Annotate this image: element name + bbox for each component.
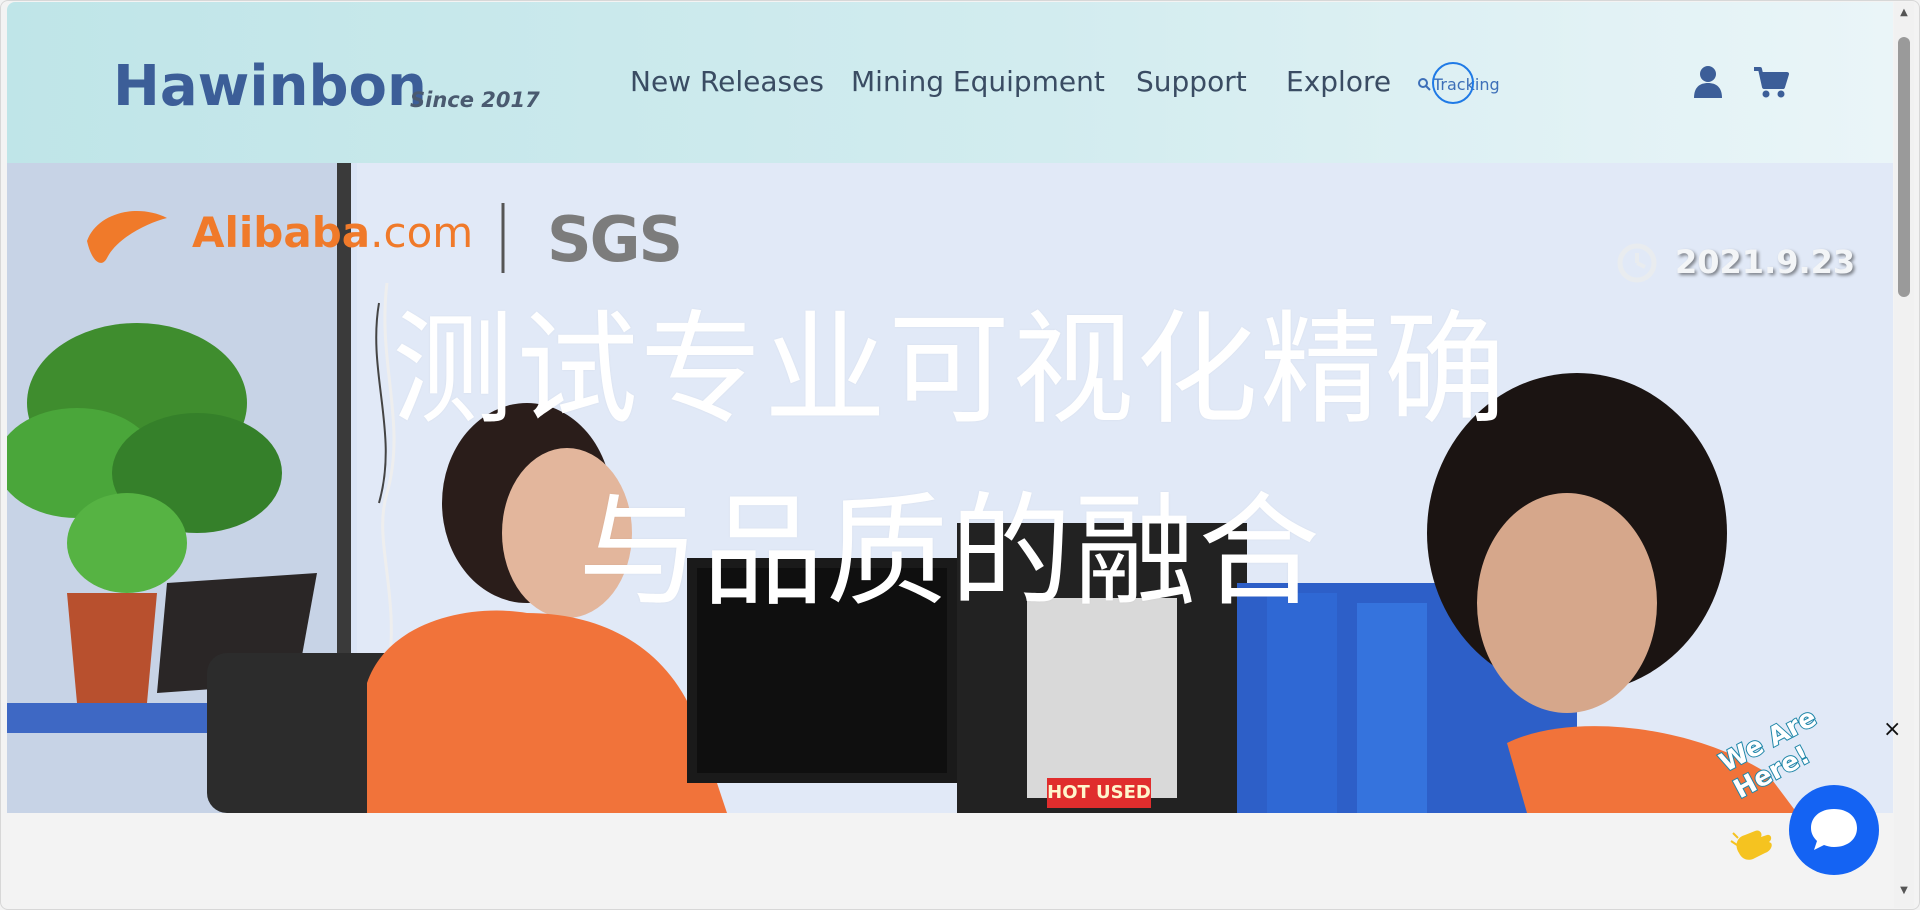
site-header: Hawinbon Since 2017 New Releases Mining … bbox=[7, 2, 1893, 163]
user-icon[interactable] bbox=[1693, 65, 1723, 103]
monitor-label: HOT USED MINER bbox=[1047, 778, 1151, 813]
scroll-down-arrow[interactable]: ▼ bbox=[1898, 885, 1910, 897]
focus-ring bbox=[1432, 62, 1474, 104]
cart-icon[interactable] bbox=[1753, 66, 1789, 102]
scroll-up-arrow[interactable]: ▲ bbox=[1898, 7, 1910, 19]
logo-tagline: Since 2017 bbox=[410, 88, 540, 112]
browser-viewport: Hawinbon Since 2017 New Releases Mining … bbox=[0, 0, 1920, 910]
search-icon bbox=[1418, 78, 1431, 91]
scrollbar-thumb[interactable] bbox=[1898, 37, 1910, 297]
sgs-logo: SGS bbox=[547, 203, 683, 276]
nav-new-releases[interactable]: New Releases bbox=[630, 65, 824, 98]
hero-title-line-2: 与品质的融合 bbox=[578, 481, 1322, 623]
alibaba-logo: Alibaba.com bbox=[192, 208, 473, 257]
hero-title-line-1: 测试专业可视化精确 bbox=[392, 299, 1508, 441]
nav-mining-equipment[interactable]: Mining Equipment bbox=[851, 65, 1105, 98]
chat-bubble-icon bbox=[1811, 809, 1857, 850]
alibaba-logo-text: Alibaba bbox=[192, 208, 371, 257]
nav-support[interactable]: Support bbox=[1136, 65, 1247, 98]
hero-banner: Alibaba.com SGS 2021.9.23 HOT USED MINER… bbox=[7, 163, 1893, 813]
waving-hand-icon bbox=[1730, 830, 1772, 860]
alibaba-logo-suffix: .com bbox=[370, 208, 474, 257]
nav-explore[interactable]: Explore bbox=[1286, 65, 1391, 98]
site-logo[interactable]: Hawinbon bbox=[113, 54, 427, 119]
chat-open-button[interactable] bbox=[1789, 785, 1879, 875]
